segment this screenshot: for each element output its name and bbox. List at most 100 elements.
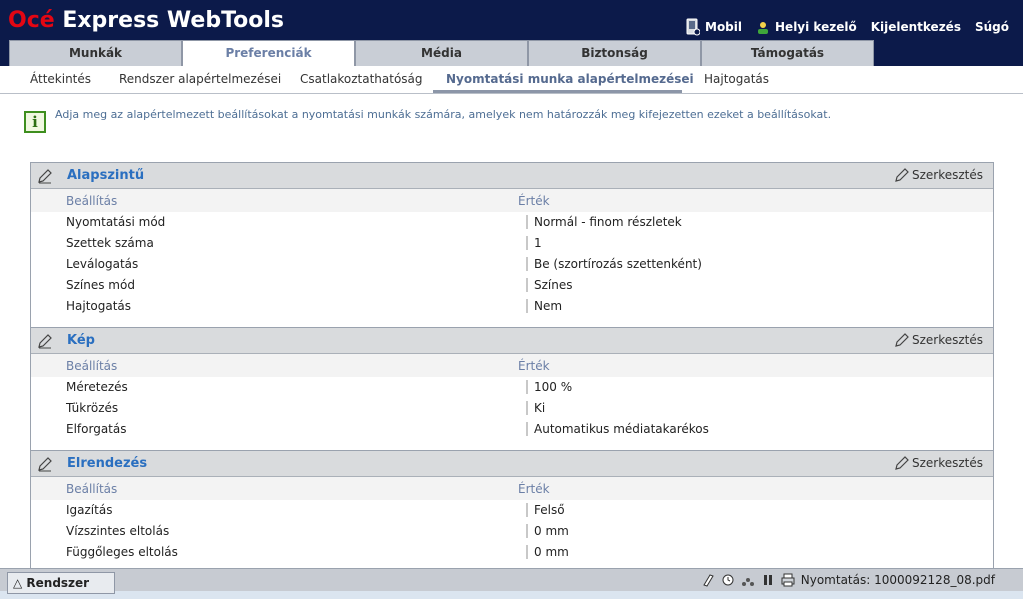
value-column-label: Érték: [518, 482, 550, 496]
setting-value: Be (szortírozás szettenként): [534, 257, 702, 271]
value-marker: [526, 503, 528, 517]
table-row: Elforgatás Automatikus médiatakarékos: [31, 419, 993, 440]
table-row: Szettek száma 1: [31, 233, 993, 254]
edit-button[interactable]: Szerkesztés: [894, 455, 983, 471]
system-tab-label: Rendszer: [26, 576, 90, 590]
section-header: Alapszintű Szerkesztés: [31, 163, 993, 189]
subnav-connectivity[interactable]: Csatlakoztathatóság: [300, 72, 423, 86]
expand-triangle-icon: △: [13, 576, 27, 590]
setting-value: Felső: [534, 503, 565, 517]
app-logo: Océ Express WebTools: [8, 8, 285, 33]
status-icons: Nyomtatás: 1000092128_08.pdf: [701, 573, 995, 587]
value-marker: [526, 257, 528, 271]
column-header: Beállítás Érték: [31, 477, 993, 500]
value-marker: [526, 299, 528, 313]
setting-label: Szettek száma: [66, 236, 154, 250]
setting-label: Elforgatás: [66, 422, 127, 436]
header: Océ Express WebTools Mobil Helyi kezelő …: [0, 0, 1023, 66]
section-title: Alapszintű: [67, 168, 145, 183]
setting-value: 0 mm: [534, 524, 569, 538]
table-row: Vízszintes eltolás 0 mm: [31, 521, 993, 542]
edit-label: Szerkesztés: [911, 333, 983, 347]
tab-support[interactable]: Támogatás: [701, 40, 874, 66]
printer-icon[interactable]: [781, 573, 795, 587]
edit-pencil-icon: [895, 456, 909, 470]
pencil-icon[interactable]: [37, 333, 53, 349]
user-icon: [758, 22, 769, 34]
setting-label: Nyomtatási mód: [66, 215, 166, 229]
section-header: Elrendezés Szerkesztés: [31, 451, 993, 477]
help-link[interactable]: Súgó: [975, 20, 1009, 34]
local-operator-link[interactable]: Helyi kezelő: [756, 20, 857, 34]
subnav-folding[interactable]: Hajtogatás: [704, 72, 769, 86]
paper-roll-icon[interactable]: [701, 573, 715, 587]
system-tab[interactable]: △ Rendszer: [7, 572, 115, 594]
value-marker: [526, 401, 528, 415]
setting-label: Vízszintes eltolás: [66, 524, 170, 538]
pencil-icon[interactable]: [37, 168, 53, 184]
setting-value: 1: [534, 236, 542, 250]
setting-value: Ki: [534, 401, 546, 415]
section-title: Elrendezés: [67, 456, 148, 471]
table-row: Leválogatás Be (szortírozás szettenként): [31, 254, 993, 275]
section-header: Kép Szerkesztés: [31, 328, 993, 354]
setting-label: Tükrözés: [66, 401, 119, 415]
tab-preferences[interactable]: Preferenciák: [182, 40, 355, 66]
setting-label: Színes mód: [66, 278, 135, 292]
value-marker: [526, 236, 528, 250]
setting-value: 100 %: [534, 380, 573, 394]
pencil-icon[interactable]: [37, 456, 53, 472]
table-row: Igazítás Felső: [31, 500, 993, 521]
table-row: Tükrözés Ki: [31, 398, 993, 419]
column-header: Beállítás Érték: [31, 354, 993, 377]
setting-label: Leválogatás: [66, 257, 139, 271]
status-bar: △ Rendszer Nyomtatás: 1000092128_08.pdf: [0, 568, 1023, 599]
section-layout: Elrendezés Szerkesztés Beállítás Érték I…: [30, 450, 994, 568]
tab-jobs[interactable]: Munkák: [9, 40, 182, 66]
edit-button[interactable]: Szerkesztés: [894, 167, 983, 183]
tab-security[interactable]: Biztonság: [528, 40, 701, 66]
subnav-print-job-defaults[interactable]: Nyomtatási munka alapértelmezései: [446, 72, 694, 86]
setting-label: Függőleges eltolás: [66, 545, 178, 559]
section-image: Kép Szerkesztés Beállítás Érték Méretezé…: [30, 327, 994, 451]
setting-label: Hajtogatás: [66, 299, 132, 313]
top-links: Mobil Helyi kezelő Kijelentkezés Súgó: [686, 18, 1009, 36]
setting-value: Normál - finom részletek: [534, 215, 682, 229]
tab-media[interactable]: Média: [355, 40, 528, 66]
setting-label: Igazítás: [66, 503, 113, 517]
table-row: Méretezés 100 %: [31, 377, 993, 398]
toner-icon[interactable]: [741, 573, 755, 587]
main-tabs: Munkák Preferenciák Média Biztonság Támo…: [9, 40, 874, 66]
section-title: Kép: [67, 333, 95, 348]
pause-icon[interactable]: [761, 573, 775, 587]
edit-pencil-icon: [895, 333, 909, 347]
value-column-label: Érték: [518, 194, 550, 208]
subnav-overview[interactable]: Áttekintés: [30, 72, 91, 86]
value-marker: [526, 422, 528, 436]
setting-column-label: Beállítás: [66, 359, 118, 373]
value-marker: [526, 380, 528, 394]
setting-column-label: Beállítás: [66, 482, 118, 496]
table-row: Függőleges eltolás 0 mm: [31, 542, 993, 563]
edit-button[interactable]: Szerkesztés: [894, 332, 983, 348]
logout-link[interactable]: Kijelentkezés: [871, 20, 961, 34]
sub-navigation: Áttekintés Rendszer alapértelmezései Csa…: [0, 66, 1023, 94]
edit-label: Szerkesztés: [911, 456, 983, 470]
clock-icon[interactable]: [721, 573, 735, 587]
setting-value: Automatikus médiatakarékos: [534, 422, 709, 436]
info-message: Adja meg az alapértelmezett beállításoka…: [55, 108, 832, 121]
setting-label: Méretezés: [66, 380, 128, 394]
active-subnav-indicator: [433, 90, 682, 93]
mobile-link[interactable]: Mobil: [686, 18, 742, 36]
subnav-system-defaults[interactable]: Rendszer alapértelmezései: [119, 72, 281, 86]
column-header: Beállítás Érték: [31, 189, 993, 212]
value-marker: [526, 215, 528, 229]
value-column-label: Érték: [518, 359, 550, 373]
info-icon: i: [24, 111, 46, 133]
table-row: Nyomtatási mód Normál - finom részletek: [31, 212, 993, 233]
value-marker: [526, 524, 528, 538]
table-row: Színes mód Színes: [31, 275, 993, 296]
edit-pencil-icon: [895, 168, 909, 182]
section-basic: Alapszintű Szerkesztés Beállítás Érték N…: [30, 162, 994, 328]
value-marker: [526, 545, 528, 559]
